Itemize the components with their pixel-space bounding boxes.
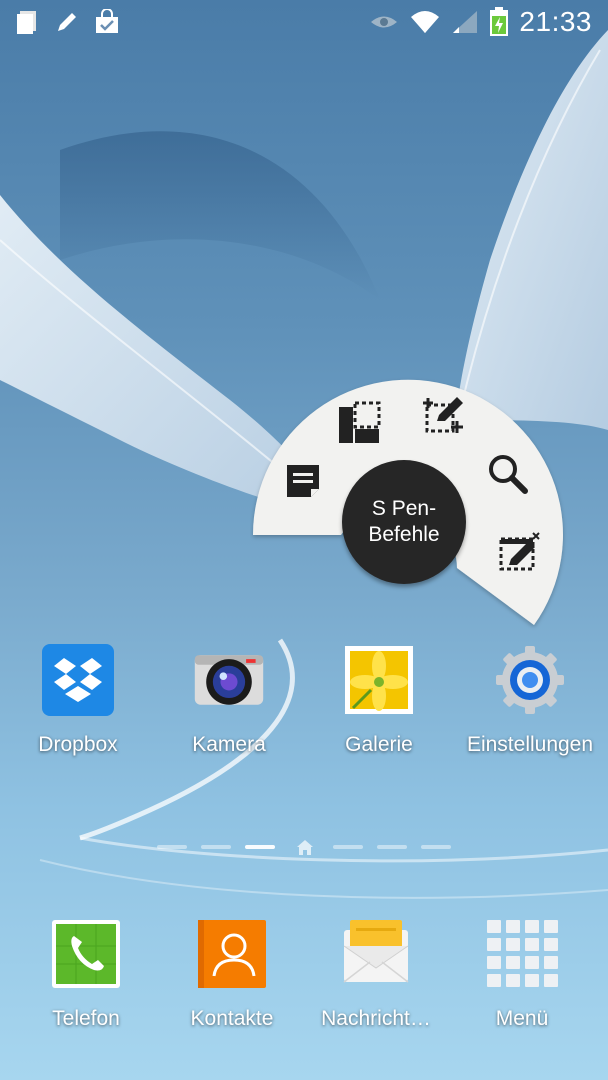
- messages-icon: [338, 916, 414, 992]
- spen-command-menu: S Pen- Befehle: [250, 368, 580, 638]
- battery-charging-icon: [489, 7, 509, 37]
- scrapbook-action[interactable]: [336, 401, 382, 450]
- page-dot: [157, 845, 187, 849]
- page-indicator: [0, 836, 608, 858]
- app-label: Dropbox: [38, 733, 118, 756]
- camera-icon: [191, 642, 267, 718]
- shopping-bag-icon: [94, 9, 120, 35]
- memo-icon: [283, 461, 323, 506]
- spen-commands-label: S Pen- Befehle: [368, 497, 440, 546]
- eye-icon: [369, 11, 399, 33]
- app-label: Einstellungen: [466, 733, 594, 756]
- app-dropbox[interactable]: Dropbox: [8, 642, 148, 758]
- page-dot: [377, 845, 407, 849]
- phone-icon: [48, 916, 124, 992]
- pen-icon: [54, 9, 80, 35]
- home-icon[interactable]: [295, 838, 315, 861]
- app-label: Galerie: [345, 733, 413, 756]
- screen-capture-icon: [497, 531, 541, 580]
- status-clock: 21:33: [519, 6, 592, 37]
- settings-gear-icon: [492, 642, 568, 718]
- app-grid-icon: [484, 916, 560, 992]
- page-dot: [333, 845, 363, 849]
- page-dot: [421, 845, 451, 849]
- spen-commands-button[interactable]: S Pen- Befehle: [342, 460, 466, 584]
- screen-write-icon: [421, 393, 465, 442]
- screen-capture-action[interactable]: [496, 531, 542, 580]
- app-kamera[interactable]: Kamera: [159, 642, 299, 758]
- system-icons: 21:33: [355, 6, 608, 38]
- app-label: Menü: [495, 1007, 549, 1030]
- dock-telefon[interactable]: Telefon: [16, 916, 156, 1032]
- search-action[interactable]: [484, 452, 530, 498]
- contacts-icon: [194, 916, 270, 992]
- app-label: Telefon: [52, 1007, 120, 1030]
- scrapbook-icon: [337, 401, 381, 450]
- app-label: Kontakte: [190, 1007, 274, 1030]
- wifi-icon: [409, 9, 441, 35]
- gallery-icon: [341, 642, 417, 718]
- notes-icon: [14, 9, 40, 35]
- app-label: Nachricht…: [321, 1007, 431, 1030]
- page-dot-active: [245, 845, 275, 849]
- search-icon: [485, 451, 529, 500]
- app-label: Kamera: [192, 733, 266, 756]
- notification-icons: [0, 9, 134, 35]
- dock-nachrichten[interactable]: Nachricht…: [306, 916, 446, 1032]
- dock-menu[interactable]: Menü: [452, 916, 592, 1032]
- signal-icon: [451, 9, 479, 35]
- screen-write-action[interactable]: [420, 394, 466, 440]
- memo-action[interactable]: [280, 460, 326, 506]
- page-dot: [201, 845, 231, 849]
- app-einstellungen[interactable]: Einstellungen: [460, 642, 600, 758]
- dropbox-icon: [40, 642, 116, 718]
- app-galerie[interactable]: Galerie: [309, 642, 449, 758]
- status-bar: 21:33: [0, 0, 608, 44]
- dock-kontakte[interactable]: Kontakte: [162, 916, 302, 1032]
